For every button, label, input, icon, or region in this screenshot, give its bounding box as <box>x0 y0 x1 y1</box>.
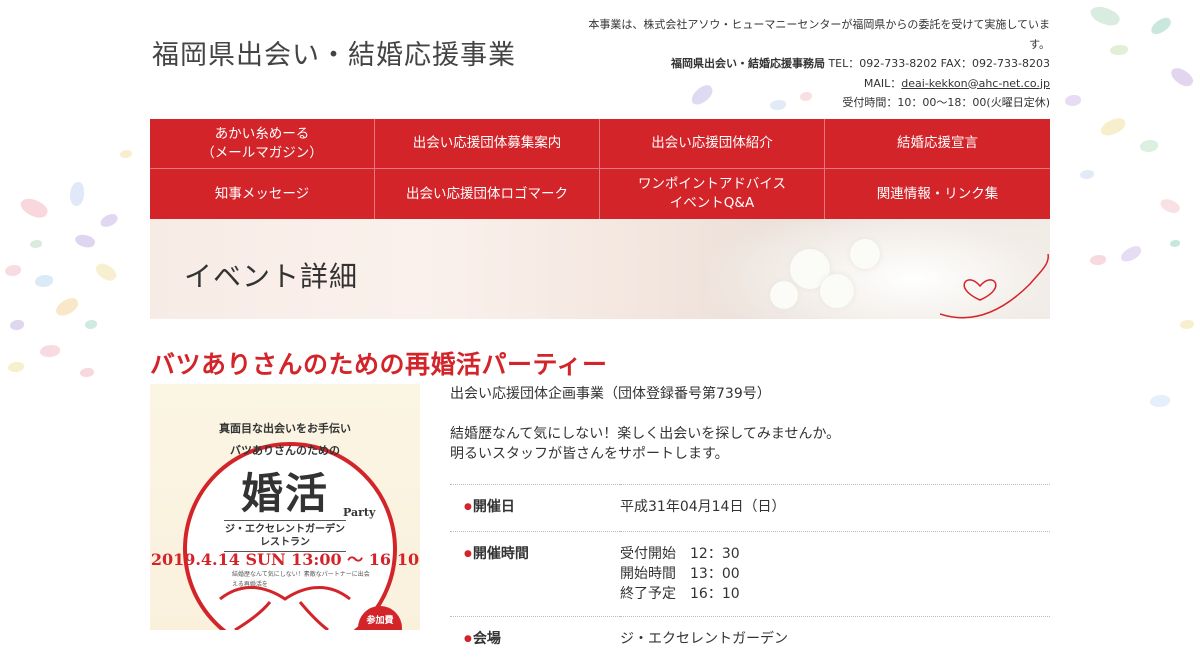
table-row: 開催時間 受付開始 12：30 開始時間 13：00 終了予定 16：10 <box>450 532 1050 617</box>
event-description-1: 結婚歴なんて気にしない！楽しく出会いを探してみませんか。 <box>450 424 1050 444</box>
global-nav: あかい糸めーる （メールマガジン） 出会い応援団体募集案内 出会い応援団体紹介 … <box>150 119 1050 219</box>
page-container: 福岡県出会い・結婚応援事業 本事業は、株式会社アソウ・ヒューマニーセンターが福岡… <box>150 0 1050 319</box>
row-value-date: 平成31年04月14日（日） <box>620 485 1050 532</box>
nav-item-logo-mark[interactable]: 出会い応援団体ロゴマーク <box>375 169 600 219</box>
event-info-table: 開催日 平成31年04月14日（日） 開催時間 受付開始 12：30 開始時間 … <box>450 484 1050 663</box>
row-value-venue: ジ・エクセレントガーデン <box>620 617 1050 663</box>
ribbon-icon <box>150 384 420 630</box>
mail-label: MAIL： <box>864 77 901 90</box>
event-organizer: 出会い応援団体企画事業（団体登録番号第739号） <box>450 384 1050 404</box>
table-row: 開催日 平成31年04月14日（日） <box>450 485 1050 532</box>
nav-item-mail-magazine[interactable]: あかい糸めーる （メールマガジン） <box>150 119 375 169</box>
office-name: 福岡県出会い・結婚応援事務局 <box>671 57 825 70</box>
header-hours: 受付時間：10：00～18：00(火曜日定休) <box>580 93 1050 113</box>
page-banner: イベント詳細 <box>150 219 1050 319</box>
event-description-2: 明るいスタッフが皆さんをサポートします。 <box>450 444 1050 464</box>
mail-link[interactable]: deai-kekkon@ahc-net.co.jp <box>901 77 1050 90</box>
nav-item-advice-qa[interactable]: ワンポイントアドバイス イベントQ&A <box>600 169 825 219</box>
nav-item-groups[interactable]: 出会い応援団体紹介 <box>600 119 825 169</box>
header-notice: 本事業は、株式会社アソウ・ヒューマニーセンターが福岡県からの委託を受けて実施して… <box>580 15 1050 54</box>
nav-item-declaration[interactable]: 結婚応援宣言 <box>825 119 1050 169</box>
nav-item-governor-message[interactable]: 知事メッセージ <box>150 169 375 219</box>
event-details: 出会い応援団体企画事業（団体登録番号第739号） 結婚歴なんて気にしない！楽しく… <box>450 384 1050 663</box>
header-info: 本事業は、株式会社アソウ・ヒューマニーセンターが福岡県からの委託を受けて実施して… <box>580 15 1050 113</box>
row-value-time: 受付開始 12：30 開始時間 13：00 終了予定 16：10 <box>620 532 1050 617</box>
site-header: 福岡県出会い・結婚応援事業 本事業は、株式会社アソウ・ヒューマニーセンターが福岡… <box>150 0 1050 119</box>
event-title: バツありさんのための再婚活パーティー <box>150 345 608 381</box>
nav-item-recruitment[interactable]: 出会い応援団体募集案内 <box>375 119 600 169</box>
row-label-date: 開催日 <box>450 485 620 532</box>
site-title[interactable]: 福岡県出会い・結婚応援事業 <box>152 33 516 72</box>
page-title: イベント詳細 <box>184 255 358 295</box>
header-mail: MAIL：deai-kekkon@ahc-net.co.jp <box>580 74 1050 94</box>
event-poster-image[interactable]: 真面目な出会いをお手伝い バツありさんのための 婚活 Party ジ・エクセレン… <box>150 384 420 630</box>
contact-numbers: TEL：092-733-8202 FAX：092-733-8203 <box>825 57 1050 70</box>
table-row: 会場 ジ・エクセレントガーデン <box>450 617 1050 663</box>
header-contact: 福岡県出会い・結婚応援事務局 TEL：092-733-8202 FAX：092-… <box>580 54 1050 74</box>
nav-item-links[interactable]: 関連情報・リンク集 <box>825 169 1050 219</box>
row-label-time: 開催時間 <box>450 532 620 617</box>
red-string-heart-icon <box>940 244 1050 319</box>
row-label-venue: 会場 <box>450 617 620 663</box>
